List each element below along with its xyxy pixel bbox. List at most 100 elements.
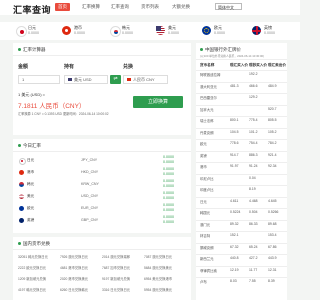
nav-home[interactable]: 首页 [55, 3, 70, 11]
korea-flag-icon [110, 26, 121, 37]
amount-label: 金额 [18, 64, 29, 70]
rate-line: 汇率换算 1 CNY = 0.1393 USD [18, 112, 62, 116]
pair-link[interactable]: 7087 澳元兑换日元 [144, 254, 172, 259]
ticker-value: 0.0000 [74, 31, 85, 35]
usa-flag-icon [68, 78, 72, 82]
pair-link[interactable]: 2222 欧元兑换日元 [18, 265, 46, 270]
pair-link[interactable]: 2014 澳元兑换瑞郎 [102, 254, 130, 259]
list-item[interactable]: 欧元 EUR_CNY 0.0000 0.0000 [13, 203, 191, 214]
nav-rates[interactable]: 汇率查询 [111, 4, 129, 10]
table-cell: 805.5 [268, 118, 277, 122]
table-row-name: 澳大利亚元 [200, 84, 217, 89]
ticker-value: 0.0000 [264, 31, 275, 35]
table-cell: 8.39 [268, 279, 275, 283]
eu-flag-icon [202, 26, 211, 35]
table-cell: 86.33 [249, 221, 258, 226]
pair-link[interactable]: 5684 澳元兑换美元 [144, 265, 172, 270]
table-cell: 92.34 [268, 164, 277, 168]
hold-currency-select[interactable]: 美元 USD [64, 75, 108, 84]
table-row-name: 挪威克朗 [200, 245, 214, 250]
bank-subtitle: (以100 单位外币兑换人民币，2024-06-14 10:30:00) [200, 54, 265, 58]
ticker-value: 0.0000 [122, 31, 133, 35]
nav-currency-list[interactable]: 货币列表 [141, 4, 159, 10]
table-cell: 11.77 [249, 267, 258, 272]
hold-label: 持有 [64, 64, 75, 70]
table-cell: 153.4 [268, 233, 277, 237]
table-cell: 104.5 [230, 129, 239, 134]
site-logo[interactable]: 汇率查询 [13, 3, 51, 16]
ticker-value: 0.0000 [28, 31, 39, 35]
currency-pairs-card: 国内货币兑换 32051 韩元兑换日元 7926 澳元兑换日元 2014 澳元兑换瑞… [13, 237, 191, 300]
list-item[interactable]: 美元 USD_CNY 0.0000 0.0000 [13, 191, 191, 202]
table-cell: 427.2 [249, 256, 258, 260]
table-row-name: 英镑 [200, 153, 207, 158]
table-cell: 4.645 [268, 198, 277, 203]
pair-link[interactable]: 5954 澳元兑换美元 [144, 287, 172, 292]
nav-large-exchange[interactable]: 大额兑换 [172, 4, 190, 10]
table-cell: 89.32 [230, 221, 239, 226]
col-header: 现汇卖出价 [268, 63, 286, 67]
pair-link[interactable]: 4197 韩元兑换日元 [18, 287, 46, 292]
table-cell: 7.55 [249, 279, 256, 283]
pairs-title: 国内货币兑换 [18, 241, 50, 247]
japan-flag-icon [16, 26, 27, 37]
target-currency-select[interactable]: 人民币 CNY [123, 75, 168, 84]
table-row-name: 菲律宾比索 [200, 268, 217, 273]
swap-button[interactable]: ⇌ [110, 75, 121, 84]
table-row-name: 港币 [200, 165, 207, 169]
pair-link[interactable]: 7687 加币兑换日元 [102, 265, 130, 270]
col-header: 现钞买入价 [249, 63, 267, 67]
nav-convert[interactable]: 汇率换算 [82, 4, 100, 10]
list-item[interactable]: 日元 JPY_CNY 0.0000 0.0000 [13, 155, 191, 166]
pair-link[interactable]: 6260 日元兑换韩元 [60, 287, 88, 292]
table-row-name: 印尼卢比 [200, 176, 214, 181]
korea-flag-icon [19, 182, 24, 187]
exchange-label: 兑换 [123, 64, 134, 70]
table-row-name: 林吉特 [200, 234, 211, 238]
table-cell: 784.2 [268, 141, 277, 145]
hongkong-flag-icon [62, 26, 71, 35]
pair-link[interactable]: 32051 韩元兑换日元 [18, 254, 48, 259]
ticker-value: 0.0000 [168, 31, 179, 35]
language-select[interactable]: 简体中文 [215, 3, 242, 10]
bank-rates-card: 中国银行外汇牌价 (以100 单位外币兑换人民币，2024-06-14 10:3… [196, 43, 287, 300]
table-cell: 754.4 [249, 141, 258, 145]
currency-ticker: 日元 0.0000 港币 0.0000 韩元 0.0000 美元 0.0000 … [0, 22, 300, 40]
list-item[interactable]: 港币 HKD_CNY 0.0000 0.0000 [13, 167, 191, 178]
table-cell: 67.32 [230, 244, 239, 249]
table-cell: 91.24 [249, 164, 258, 168]
pair-link[interactable]: 1209 新加坡元兑换 [18, 276, 46, 281]
base-line: 1 美元 (USD) = [18, 92, 46, 97]
table-cell: 12.19 [230, 267, 239, 272]
table-cell: 921.4 [268, 152, 277, 157]
table-row-name: 巴西雷亚尔 [200, 96, 217, 100]
table-row-name: 卢布 [200, 280, 207, 284]
amount-input[interactable]: 1 [18, 75, 60, 84]
convert-button[interactable]: 立即换算 [133, 96, 183, 108]
japan-flag-icon [19, 158, 26, 165]
uk-flag-icon [19, 218, 24, 223]
pair-link[interactable]: 9197 新加坡元兑换 [102, 276, 130, 281]
table-row-name: 韩国元 [200, 211, 211, 215]
update-time: 更新时间：2024-06-14 10:00:02 [63, 112, 109, 116]
list-item[interactable]: 英镑 GBP_CNY 0.0000 0.0000 [13, 215, 191, 226]
table-cell: 481.3 [230, 83, 239, 88]
col-header: 货币名称 [200, 63, 215, 67]
table-cell: 105.2 [268, 129, 277, 134]
table-cell: 778.6 [230, 141, 239, 145]
pair-link[interactable]: 6954 美元兑换港币 [144, 276, 172, 281]
table-row-name: 新西兰元 [200, 257, 214, 261]
table-row-name: 阿联酋迪拉姆 [200, 73, 221, 77]
table-cell: 8.03 [230, 279, 237, 283]
table-cell: 91.97 [230, 164, 239, 168]
table-cell: 4.468 [249, 198, 258, 203]
pair-link[interactable]: 4681 港币兑换日元 [60, 265, 88, 270]
pair-link[interactable]: 2020 港币兑换美元 [60, 276, 88, 281]
table-row-name: 瑞士法郎 [200, 119, 214, 123]
table-row-name: 丹麦克朗 [200, 130, 214, 135]
pair-link[interactable]: 3316 日元兑换日元 [102, 287, 130, 292]
pair-link[interactable]: 7926 澳元兑换日元 [60, 254, 88, 259]
converter-card: 汇率计算器 金额 持有 兑换 1 美元 USD ⇌ 人民币 CNY 1 美元 (… [13, 43, 191, 135]
eu-flag-icon [19, 206, 24, 211]
list-item[interactable]: 韩元 KRW_CNY 0.0000 0.0000 [13, 179, 191, 190]
